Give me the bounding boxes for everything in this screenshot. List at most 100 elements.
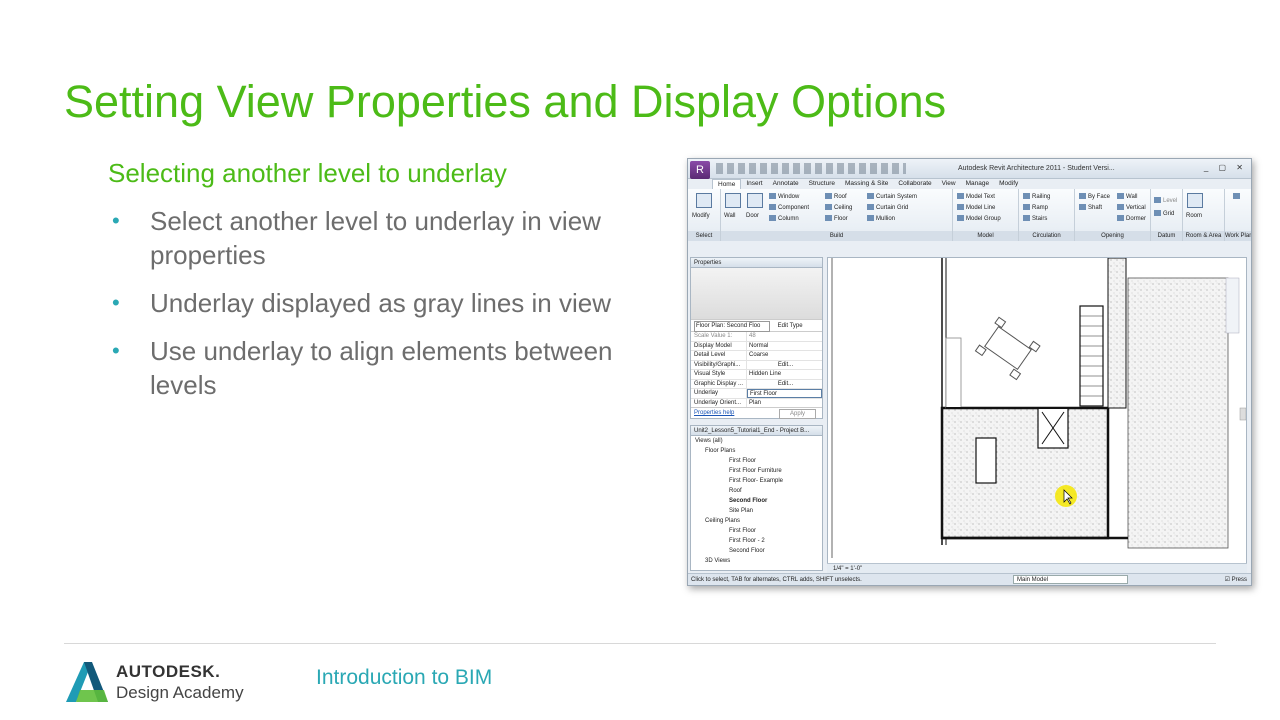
tree-item[interactable]: First Floor - 2 xyxy=(691,536,822,546)
visibility-edit-button[interactable]: Edit... xyxy=(747,361,822,370)
properties-palette: Properties Floor Plan: Second Floo Edit … xyxy=(690,257,823,419)
wall-button[interactable]: Wall xyxy=(724,213,735,219)
property-value[interactable]: Hidden Line xyxy=(747,370,822,379)
component-icon xyxy=(769,204,776,210)
railing-button[interactable]: Railing xyxy=(1023,193,1050,200)
mullion-button[interactable]: Mullion xyxy=(867,215,895,222)
component-button[interactable]: Component xyxy=(769,204,809,211)
stairs-button[interactable]: Stairs xyxy=(1023,215,1047,222)
set-work-plane-button[interactable] xyxy=(1233,193,1242,200)
ramp-button[interactable]: Ramp xyxy=(1023,204,1048,211)
active-model-dropdown[interactable]: Main Model xyxy=(1013,575,1128,584)
tree-item[interactable]: Second Floor xyxy=(691,546,822,556)
floor-button[interactable]: Floor xyxy=(825,215,848,222)
modify-button[interactable]: Modify xyxy=(692,213,710,219)
tree-item[interactable]: Floor Plans xyxy=(691,446,822,456)
model-group-button[interactable]: Model Group xyxy=(957,215,1001,222)
graphic-display-edit-button[interactable]: Edit... xyxy=(747,380,822,389)
model-text-label: Model Text xyxy=(966,194,995,200)
grid-icon xyxy=(1154,210,1161,216)
underlay-dropdown[interactable]: First Floor xyxy=(747,389,822,398)
column-button[interactable]: Column xyxy=(769,215,799,222)
by-face-label: By Face xyxy=(1088,194,1111,200)
stairs-label: Stairs xyxy=(1032,216,1048,222)
panel-label: Build xyxy=(721,231,952,241)
property-key: Detail Level xyxy=(691,351,747,360)
properties-header: Properties xyxy=(691,258,822,268)
shaft-button[interactable]: Shaft xyxy=(1079,204,1102,211)
bullet-text: Underlay displayed as gray lines in view xyxy=(150,288,612,318)
tree-item[interactable]: First Floor- Example xyxy=(691,476,822,486)
apply-button[interactable]: Apply xyxy=(778,409,816,419)
panel-label: Datum xyxy=(1151,231,1182,241)
grid-button[interactable]: Grid xyxy=(1154,210,1174,217)
drawing-canvas[interactable] xyxy=(827,257,1247,571)
railing-label: Railing xyxy=(1032,194,1051,200)
revit-screenshot: R Autodesk Revit Architecture 2011 - Stu… xyxy=(687,158,1252,586)
panel-label: Model xyxy=(953,231,1018,241)
floor-label: Floor xyxy=(834,216,848,222)
level-button[interactable]: Level xyxy=(1154,197,1177,204)
door-icon xyxy=(747,193,763,208)
wall-opening-button[interactable]: Wall xyxy=(1117,193,1137,200)
press-label: Press xyxy=(1231,577,1247,583)
stairs-icon xyxy=(1023,215,1030,221)
grid-label: Grid xyxy=(1163,211,1175,217)
roof-button[interactable]: Roof xyxy=(825,193,847,200)
room-icon xyxy=(1187,193,1203,208)
edit-type-button[interactable]: Edit Type xyxy=(778,323,803,329)
ceiling-label: Ceiling xyxy=(834,205,853,211)
model-line-label: Model Line xyxy=(966,205,996,211)
window-label: Window xyxy=(778,194,800,200)
dormer-button[interactable]: Dormer xyxy=(1117,215,1146,222)
by-face-button[interactable]: By Face xyxy=(1079,193,1110,200)
panel-datum: Level Grid Datum xyxy=(1151,189,1183,241)
tree-item[interactable]: Ceiling Plans xyxy=(691,516,822,526)
wall-icon xyxy=(725,193,741,208)
tree-item[interactable]: First Floor xyxy=(691,456,822,466)
window-controls[interactable]: _ ▢ ✕ xyxy=(1204,163,1247,172)
roof-icon xyxy=(825,193,832,199)
tree-item[interactable]: Views (all) xyxy=(691,436,822,446)
ceiling-button[interactable]: Ceiling xyxy=(825,204,852,211)
view-type-selector[interactable]: Floor Plan: Second Floo xyxy=(694,321,770,332)
type-preview xyxy=(691,268,822,320)
bullet-dot-icon: • xyxy=(112,290,120,315)
property-value[interactable]: Normal xyxy=(747,342,822,351)
tree-item[interactable]: First Floor Furniture xyxy=(691,466,822,476)
press-drag-checkbox[interactable]: ☑ Press xyxy=(1225,574,1247,585)
model-text-button[interactable]: Model Text xyxy=(957,193,995,200)
curtain-grid-icon xyxy=(867,204,874,210)
application-menu-button[interactable]: R xyxy=(690,161,710,179)
status-bar: Click to select, TAB for alternates, CTR… xyxy=(688,573,1251,585)
mullion-label: Mullion xyxy=(876,216,896,222)
floor-plan-drawing xyxy=(831,258,1246,558)
quick-access-toolbar[interactable] xyxy=(716,163,906,174)
panel-model: Model Text Model Line Model Group Model xyxy=(953,189,1019,241)
curtain-grid-button[interactable]: Curtain Grid xyxy=(867,204,908,211)
property-value[interactable]: Coarse xyxy=(747,351,822,360)
property-value[interactable]: Plan xyxy=(747,399,822,408)
curtain-system-button[interactable]: Curtain System xyxy=(867,193,917,200)
vertical-button[interactable]: Vertical xyxy=(1117,204,1146,211)
tree-item[interactable]: Roof xyxy=(691,486,822,496)
tree-item-active[interactable]: Second Floor xyxy=(691,496,822,506)
model-line-button[interactable]: Model Line xyxy=(957,204,995,211)
property-key: Underlay Orient... xyxy=(691,398,747,407)
door-button[interactable]: Door xyxy=(746,213,759,219)
view-scale[interactable]: 1/4" = 1'-0" xyxy=(833,566,862,572)
properties-help-link[interactable]: Properties help xyxy=(694,410,734,416)
cursor-icon xyxy=(696,193,712,208)
panel-work-plane: Work Plane xyxy=(1225,189,1251,241)
mullion-icon xyxy=(867,215,874,221)
tree-item[interactable]: First Floor xyxy=(691,526,822,536)
room-button[interactable]: Room xyxy=(1186,213,1202,219)
autodesk-logo-icon xyxy=(66,662,108,702)
tree-item[interactable]: 3D Views xyxy=(691,556,822,566)
property-key: Visual Style xyxy=(691,370,747,379)
property-value[interactable]: 48 xyxy=(747,332,822,341)
window-button[interactable]: Window xyxy=(769,193,799,200)
logo-brand: AUTODESK. xyxy=(116,662,221,681)
property-key: Underlay xyxy=(691,389,747,398)
tree-item[interactable]: Site Plan xyxy=(691,506,822,516)
